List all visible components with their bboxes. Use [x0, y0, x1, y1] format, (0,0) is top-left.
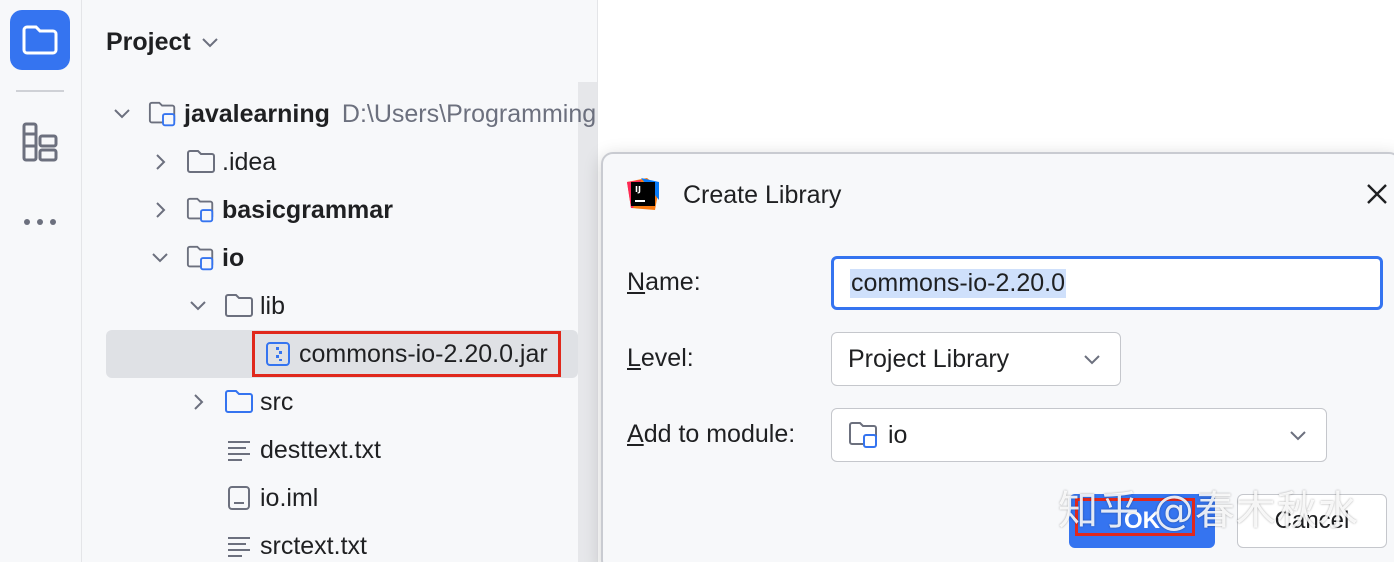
- jar-archive-icon: [263, 339, 293, 369]
- module-select[interactable]: io: [831, 408, 1327, 462]
- panel-scrollbar[interactable]: [578, 82, 597, 562]
- tree-node-idea[interactable]: .idea: [82, 138, 578, 186]
- name-input[interactable]: commons-io-2.20.0: [831, 256, 1383, 310]
- watermark: 知乎 @春木秋水: [1058, 488, 1359, 534]
- structure-toolwindow-button[interactable]: [18, 118, 62, 166]
- tree-node-srctext[interactable]: srctext.txt: [82, 522, 578, 562]
- tool-window-strip: [0, 0, 82, 562]
- close-button[interactable]: [1363, 180, 1391, 208]
- panel-title: Project: [106, 27, 191, 56]
- tree-node-label: srctext.txt: [260, 531, 367, 560]
- chevron-down-icon: [1290, 431, 1306, 441]
- chevron-down-icon[interactable]: [110, 102, 134, 126]
- tree-node-label: .idea: [222, 147, 277, 176]
- name-input-value[interactable]: commons-io-2.20.0: [850, 268, 1066, 298]
- tree-node-label: javalearning: [184, 99, 330, 128]
- tree-node-label: io: [222, 243, 245, 272]
- chevron-down-icon[interactable]: [148, 246, 172, 270]
- tree-node-ioiml[interactable]: io.iml: [82, 474, 578, 522]
- level-label: Level:: [627, 344, 694, 372]
- tree-node-basicgrammar[interactable]: basicgrammar: [82, 186, 578, 234]
- more-toolwindows-button[interactable]: [18, 200, 62, 244]
- dialog-title: Create Library: [683, 181, 842, 209]
- jar-highlight-box: commons-io-2.20.0.jar: [252, 331, 561, 377]
- svg-text:IJ: IJ: [635, 185, 641, 194]
- module-folder-icon: [186, 195, 216, 225]
- tree-node-desttext[interactable]: desttext.txt: [82, 426, 578, 474]
- level-select[interactable]: Project Library: [831, 332, 1121, 386]
- tree-node-io[interactable]: io: [82, 234, 578, 282]
- folder-icon: [186, 147, 216, 177]
- tree-node-label: lib: [260, 291, 286, 320]
- chevron-down-icon: [1084, 355, 1100, 365]
- tree-node-label: basicgrammar: [222, 195, 393, 224]
- tree-node-src[interactable]: src: [82, 378, 578, 426]
- close-icon: [1367, 184, 1387, 204]
- chevron-right-icon[interactable]: [148, 150, 172, 174]
- module-folder-icon: [148, 99, 178, 129]
- tree-node-label: src: [260, 387, 294, 416]
- folder-icon: [224, 291, 254, 321]
- tree-node-path: D:\Users\Programming: [341, 99, 597, 128]
- tree-node-javalearning[interactable]: javalearning D:\Users\Programming: [82, 90, 596, 138]
- chevron-down-icon[interactable]: [186, 294, 210, 318]
- iml-file-icon: [224, 483, 254, 513]
- text-file-icon: [224, 435, 254, 465]
- name-label: Name:: [627, 268, 701, 296]
- chevron-right-icon[interactable]: [186, 390, 210, 414]
- tree-node-lib[interactable]: lib: [82, 282, 578, 330]
- structure-icon: [22, 122, 58, 162]
- project-view-selector[interactable]: Project: [106, 22, 219, 62]
- intellij-logo-icon: IJ: [627, 178, 659, 210]
- tree-node-jar[interactable]: commons-io-2.20.0.jar: [106, 330, 578, 378]
- level-select-value: Project Library: [848, 344, 1010, 373]
- module-folder-icon: [849, 422, 877, 448]
- module-folder-icon: [186, 243, 216, 273]
- tree-node-label: io.iml: [260, 483, 319, 512]
- module-select-value: io: [888, 420, 908, 449]
- project-toolwindow-button[interactable]: [10, 10, 70, 70]
- module-label: Add to module:: [627, 420, 796, 448]
- more-icon: [24, 219, 56, 225]
- folder-icon: [22, 25, 58, 55]
- text-file-icon: [224, 531, 254, 561]
- strip-separator: [16, 90, 64, 92]
- chevron-right-icon[interactable]: [148, 198, 172, 222]
- project-panel: Project javalearning D:\Users\Programmin…: [82, 0, 598, 562]
- project-tree: javalearning D:\Users\Programming .idea …: [82, 90, 596, 562]
- tree-node-label: desttext.txt: [260, 435, 381, 464]
- tree-node-label: commons-io-2.20.0.jar: [299, 339, 548, 368]
- source-folder-icon: [224, 387, 254, 417]
- chevron-down-icon: [202, 38, 218, 48]
